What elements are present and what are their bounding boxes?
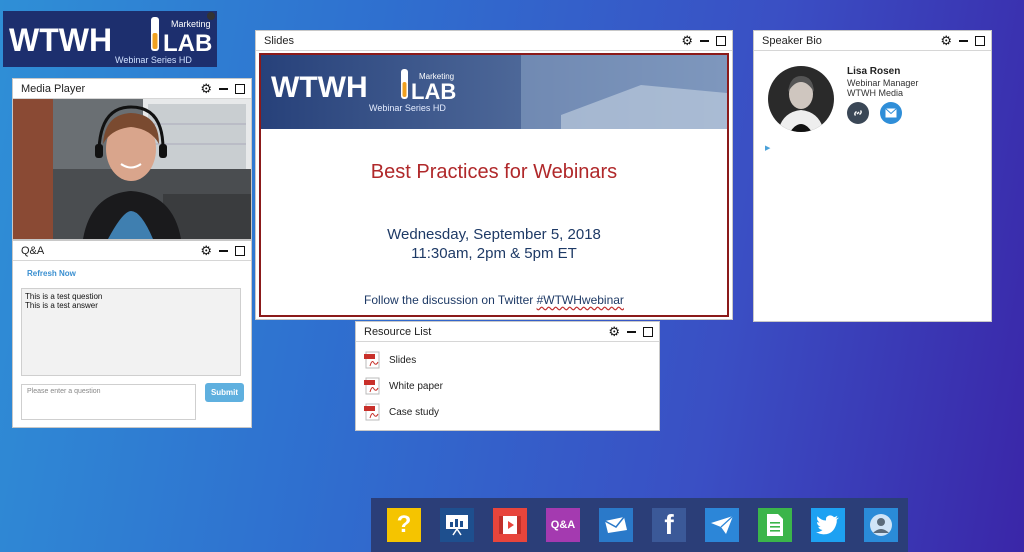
minimize-icon[interactable] [627, 330, 636, 333]
question-input[interactable]: Please enter a question [21, 384, 196, 420]
qa-answer: This is a test answer [25, 301, 98, 310]
svg-text:WTWH: WTWH [271, 71, 368, 104]
slide-follow-text: Follow the discussion on Twitter #WTWHwe… [261, 293, 727, 307]
minimize-icon[interactable] [700, 39, 709, 42]
slide-banner: WTWH Marketing LAB Webinar Series HD [261, 55, 727, 129]
svg-text:Marketing: Marketing [171, 19, 211, 29]
speaker-org: WTWH Media [847, 88, 903, 98]
settings-gear-icon[interactable]: ⚙ [608, 325, 620, 338]
document-icon[interactable] [758, 508, 792, 542]
minimize-icon[interactable] [959, 39, 968, 42]
resource-list-title: Resource List [364, 325, 432, 338]
email-icon[interactable] [599, 508, 633, 542]
send-icon[interactable] [705, 508, 739, 542]
media-player-window: Media Player ⚙ [12, 78, 252, 240]
resource-label: Slides [389, 354, 417, 366]
qa-icon[interactable]: Q&A [546, 508, 580, 542]
slide-content[interactable]: WTWH Marketing LAB Webinar Series HD Bes… [259, 53, 729, 317]
maximize-icon[interactable] [716, 35, 726, 46]
slides-window: Slides ⚙ WTWH Marketing LAB Webinar Seri… [255, 30, 733, 320]
video-icon[interactable] [493, 508, 527, 542]
slides-titlebar[interactable]: Slides ⚙ [256, 31, 732, 51]
speaker-avatar [768, 66, 834, 132]
svg-text:Webinar Series HD: Webinar Series HD [115, 55, 192, 65]
settings-gear-icon[interactable]: ⚙ [200, 82, 212, 95]
expand-arrow-icon[interactable]: ▶ [765, 144, 770, 152]
facebook-icon[interactable]: f [652, 508, 686, 542]
qa-history-box[interactable]: This is a test question This is a test a… [21, 288, 241, 376]
settings-gear-icon[interactable]: ⚙ [681, 34, 693, 47]
help-icon[interactable]: ? [387, 508, 421, 542]
speaker-bio-titlebar[interactable]: Speaker Bio ⚙ [754, 31, 991, 51]
slide-heading: Best Practices for Webinars [370, 161, 618, 183]
link-icon[interactable] [847, 102, 869, 124]
bottom-toolbar: ? Q&A f [371, 498, 908, 552]
maximize-icon[interactable] [643, 326, 653, 337]
svg-text:LAB: LAB [163, 30, 212, 57]
slide-date: Wednesday, September 5, 2018 [387, 226, 601, 243]
resource-item-slides[interactable]: Slides [364, 350, 416, 370]
settings-gear-icon[interactable]: ⚙ [200, 244, 212, 257]
email-icon[interactable] [880, 102, 902, 124]
speaker-name: Lisa Rosen [847, 66, 901, 77]
pdf-icon [364, 377, 381, 395]
pdf-icon [364, 351, 381, 369]
resource-item-white-paper[interactable]: White paper [364, 376, 443, 396]
resource-list-window: Resource List ⚙ Slides White paper Case … [355, 321, 660, 431]
speaker-bio-window: Speaker Bio ⚙ Lisa Rosen Webinar Manager… [753, 30, 992, 322]
hashtag: #WTWHwebinar [536, 293, 624, 307]
minimize-icon[interactable] [219, 249, 228, 252]
slides-title: Slides [264, 34, 294, 47]
qa-titlebar[interactable]: Q&A ⚙ [13, 241, 251, 261]
svg-text:LAB: LAB [411, 79, 456, 104]
resource-label: Case study [389, 406, 440, 418]
qa-question: This is a test question [25, 292, 103, 301]
video-feed[interactable] [13, 99, 251, 239]
qa-title: Q&A [21, 244, 45, 257]
submit-button[interactable]: Submit [205, 383, 244, 402]
settings-gear-icon[interactable]: ⚙ [940, 34, 952, 47]
profile-icon[interactable] [864, 508, 898, 542]
maximize-icon[interactable] [235, 83, 245, 94]
speaker-bio-title: Speaker Bio [762, 34, 822, 47]
resource-item-case-study[interactable]: Case study [364, 402, 439, 422]
qa-window: Q&A ⚙ Refresh Now This is a test questio… [12, 240, 252, 428]
maximize-icon[interactable] [235, 245, 245, 256]
resource-label: White paper [389, 380, 443, 392]
minimize-icon[interactable] [219, 87, 228, 90]
wtwh-logo: WTWH Marketing LAB Webinar Series HD [3, 11, 217, 67]
media-player-titlebar[interactable]: Media Player ⚙ [13, 79, 251, 99]
speaker-role: Webinar Manager [847, 78, 919, 88]
media-player-title: Media Player [21, 82, 86, 95]
maximize-icon[interactable] [975, 35, 985, 46]
follow-prefix: Follow the discussion on Twitter [364, 293, 537, 307]
resource-list-titlebar[interactable]: Resource List ⚙ [356, 322, 659, 342]
slide-time: 11:30am, 2pm & 5pm ET [411, 245, 577, 262]
svg-text:WTWH: WTWH [9, 22, 112, 58]
pdf-icon [364, 403, 381, 421]
refresh-now-link[interactable]: Refresh Now [27, 269, 76, 278]
slides-icon[interactable] [440, 508, 474, 542]
svg-text:Webinar Series HD: Webinar Series HD [369, 103, 446, 113]
twitter-icon[interactable] [811, 508, 845, 542]
